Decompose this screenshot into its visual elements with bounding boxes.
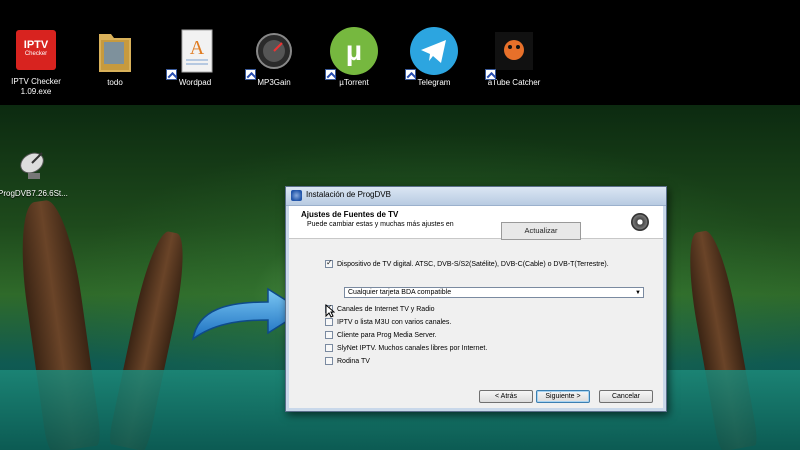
dialog-header: Ajustes de Fuentes de TV Puede cambiar e…	[289, 206, 663, 239]
desktop-icon-telegram[interactable]: Telegram	[394, 27, 474, 88]
installer-dialog: Instalación de ProgDVB Ajustes de Fuente…	[285, 186, 667, 412]
checkbox-prog-media-server[interactable]	[325, 331, 333, 339]
desktop-icon-label: ProgDVB7.26.6St...	[0, 189, 68, 198]
dropdown-arrow-icon[interactable]: ▼	[635, 288, 641, 298]
iptv-checker-icon: IPTV Checker	[16, 30, 56, 70]
dialog-title: Instalación de ProgDVB	[306, 190, 391, 199]
header-title: Ajustes de Fuentes de TV	[301, 210, 399, 219]
desktop-icon-utorrent[interactable]: µ µTorrent	[314, 27, 394, 88]
desktop-icon-wordpad[interactable]: A Wordpad	[155, 28, 235, 88]
shortcut-arrow-icon	[485, 69, 496, 80]
svg-text:µ: µ	[346, 35, 362, 66]
progdvb-app-icon	[291, 190, 302, 201]
desktop-icon-iptv-checker[interactable]: IPTV Checker IPTV Checker 1.09.exe	[0, 30, 76, 97]
desktop-icon-todo[interactable]: todo	[75, 28, 155, 88]
folder-icon	[95, 28, 135, 74]
dialog-titlebar[interactable]: Instalación de ProgDVB	[286, 187, 666, 206]
iptv-badge-text: IPTV	[23, 39, 49, 51]
utorrent-icon: µ	[325, 27, 378, 80]
desktop-icon-atube-catcher[interactable]: aTube Catcher	[474, 28, 554, 88]
shortcut-arrow-icon	[405, 69, 416, 80]
shortcut-arrow-icon	[166, 69, 177, 80]
mouse-cursor-icon	[325, 304, 335, 318]
option-label: Rodina TV	[337, 358, 370, 365]
mp3gain-icon	[245, 28, 297, 80]
desktop: IPTV Checker IPTV Checker 1.09.exe todo …	[0, 0, 800, 450]
option-label: Dispositivo de TV digital. ATSC, DVB-S/S…	[337, 261, 609, 268]
shortcut-arrow-icon	[325, 69, 336, 80]
cancel-button[interactable]: Cancelar	[599, 390, 653, 403]
next-button[interactable]: Siguiente >	[536, 390, 590, 403]
header-dish-icon	[631, 213, 649, 231]
desktop-icon-progdvb[interactable]: ProgDVB7.26.6St...	[0, 145, 74, 199]
iptv-badge-subtext: Checker	[24, 51, 48, 57]
checkbox-iptv-m3u[interactable]	[325, 318, 333, 326]
checkbox-slynet-iptv[interactable]	[325, 344, 333, 352]
header-subtitle: Puede cambiar estas y muchas más ajustes…	[307, 221, 454, 228]
desktop-icon-mp3gain[interactable]: MP3Gain	[234, 28, 314, 88]
telegram-icon	[405, 27, 458, 80]
bda-card-select[interactable]: Cualquier tarjeta BDA compatible ▼	[344, 287, 644, 298]
desktop-icon-label: todo	[107, 78, 123, 87]
svg-text:A: A	[190, 37, 205, 59]
desktop-icon-label: IPTV Checker 1.09.exe	[11, 77, 61, 96]
option-label: Canales de Internet TV y Radio	[337, 306, 435, 313]
shortcut-arrow-icon	[245, 69, 256, 80]
atube-catcher-icon	[485, 28, 537, 80]
option-label: Cliente para Prog Media Server.	[337, 332, 437, 339]
satellite-dish-icon	[14, 145, 54, 185]
dialog-body: Ajustes de Fuentes de TV Puede cambiar e…	[289, 206, 663, 408]
select-value: Cualquier tarjeta BDA compatible	[348, 289, 452, 296]
back-button[interactable]: < Atrás	[479, 390, 533, 403]
checkbox-digital-tv[interactable]	[325, 258, 333, 268]
update-tooltip: Actualizar	[501, 222, 581, 240]
option-label: IPTV o lista M3U con varios canales.	[337, 319, 452, 326]
checkbox-rodina-tv[interactable]	[325, 357, 333, 365]
wordpad-icon: A	[166, 28, 218, 80]
option-label: SlyNet IPTV. Muchos canales libres por I…	[337, 345, 488, 352]
